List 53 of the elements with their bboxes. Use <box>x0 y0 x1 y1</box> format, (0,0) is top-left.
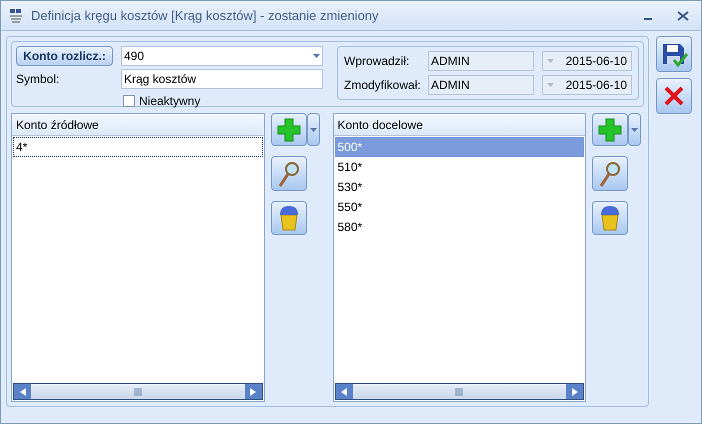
user-field: ADMIN <box>428 75 534 95</box>
symbol-label: Symbol: <box>16 71 60 88</box>
dropdown-arrow-icon <box>310 128 317 132</box>
delete-button[interactable] <box>270 201 307 235</box>
list-row[interactable]: 530* <box>334 177 584 197</box>
magnifier-icon <box>598 160 622 188</box>
list-row[interactable]: 580* <box>334 217 584 237</box>
horizontal-scrollbar[interactable] <box>13 383 263 400</box>
column-header[interactable]: Konto docelowe <box>334 114 586 136</box>
search-button[interactable] <box>592 156 628 191</box>
dropdown-arrow-icon <box>547 83 554 87</box>
magnifier-icon <box>276 160 301 188</box>
plus-icon <box>276 118 301 142</box>
dropdown-button[interactable] <box>306 113 320 146</box>
add-button[interactable] <box>592 113 628 146</box>
scroll-right-button[interactable] <box>566 384 584 399</box>
date-field: 2015-06-10 <box>542 51 632 71</box>
cancel-button[interactable] <box>656 78 692 114</box>
list-row[interactable]: 550* <box>334 197 584 217</box>
cross-icon <box>662 84 686 108</box>
scroll-left-button[interactable] <box>14 384 31 399</box>
scroll-left-button[interactable] <box>336 384 352 399</box>
audit-label: Wprowadził: <box>344 53 410 70</box>
left-arrow-icon <box>341 388 347 396</box>
account-button[interactable]: Konto rozlicz.: <box>16 46 113 66</box>
scroll-thumb-grip-icon[interactable] <box>455 388 464 396</box>
left-arrow-icon <box>20 388 26 396</box>
list-row[interactable]: 510* <box>334 157 584 177</box>
dropdown-arrow-icon <box>313 54 320 58</box>
plus-icon <box>598 118 622 142</box>
delete-button[interactable] <box>592 201 628 235</box>
list-row[interactable]: 4* <box>13 137 263 157</box>
app-icon <box>9 8 23 24</box>
close-icon[interactable] <box>677 10 689 20</box>
dropdown-button[interactable] <box>628 113 642 146</box>
search-button[interactable] <box>270 156 307 191</box>
save-button[interactable] <box>656 36 692 72</box>
audit-label: Zmodyfikował: <box>344 77 422 94</box>
dropdown-arrow-icon <box>631 128 638 132</box>
window-title: Definicja kręgu kosztów [Krąg kosztów] - zostanie zmieniony <box>31 6 379 25</box>
horizontal-scrollbar[interactable] <box>334 383 584 400</box>
inactive-label: Nieaktywny <box>139 93 200 110</box>
scroll-thumb-grip-icon[interactable] <box>134 388 142 396</box>
date-field: 2015-06-10 <box>542 75 632 95</box>
right-arrow-icon <box>572 388 578 396</box>
add-button[interactable] <box>270 113 307 146</box>
account-dropdown[interactable]: 490 <box>121 46 323 66</box>
right-arrow-icon <box>250 388 256 396</box>
symbol-field[interactable]: Krąg kosztów <box>121 69 323 89</box>
scroll-right-button[interactable] <box>244 384 262 399</box>
dropdown-arrow-icon <box>547 59 554 63</box>
column-header[interactable]: Konto źródłowe <box>12 114 264 136</box>
user-field: ADMIN <box>428 51 534 71</box>
